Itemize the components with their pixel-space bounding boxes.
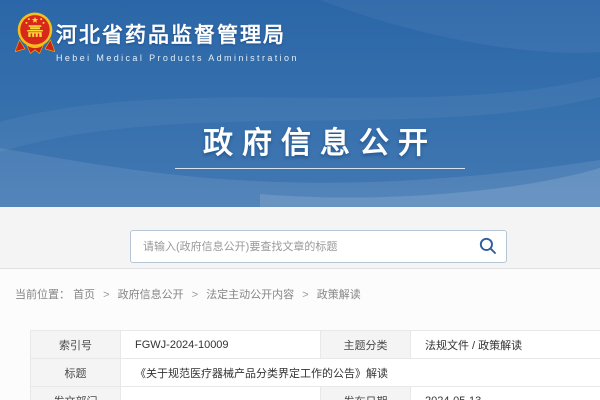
banner-title: 政府信息公开 [203,118,437,162]
document-info-table: 索引号 FGWJ-2024-10009 主题分类 法规文件 / 政策解读 标题 … [30,330,600,400]
breadcrumb-item-gov-info[interactable]: 政府信息公开 [118,289,184,301]
title-value: 《关于规范医疗器械产品分类界定工作的公告》解读 [121,359,600,387]
breadcrumb-separator: > [302,289,308,301]
issuing-department-label: 发文部门 [31,387,121,400]
page: 河北省药品监督管理局 Hebei Medical Products Admini… [0,0,600,400]
site-title-cn: 河北省药品监督管理局 [56,19,299,49]
breadcrumb-item-statutory-disclosure[interactable]: 法定主动公开内容 [206,289,294,301]
search-icon [479,237,497,255]
table-row: 标题 《关于规范医疗器械产品分类界定工作的公告》解读 [31,359,600,387]
index-number-value: FGWJ-2024-10009 [121,331,321,359]
topic-category-value: 法规文件 / 政策解读 [411,331,600,359]
breadcrumb-label: 当前位置： [15,289,70,301]
publish-date-value: 2024-05-13 [411,387,600,400]
breadcrumb-item-home[interactable]: 首页 [73,289,95,301]
index-number-label: 索引号 [31,331,121,359]
breadcrumb-separator: > [192,289,198,301]
search-button[interactable] [477,237,499,257]
search-section [0,207,600,269]
table-row: 索引号 FGWJ-2024-10009 主题分类 法规文件 / 政策解读 [31,331,600,359]
table-row: 发文部门 发布日期 2024-05-13 [31,387,600,400]
breadcrumb-separator: > [103,289,109,301]
breadcrumb-item-policy-interpretation[interactable]: 政策解读 [317,289,361,301]
banner-underline-divider [175,168,465,169]
topic-category-label: 主题分类 [321,331,411,359]
search-input[interactable] [130,230,507,263]
issuing-department-value [121,387,321,400]
site-title: 河北省药品监督管理局 Hebei Medical Products Admini… [56,19,299,63]
national-emblem-icon [15,11,55,55]
site-title-en: Hebei Medical Products Administration [56,53,299,63]
site-header: 河北省药品监督管理局 Hebei Medical Products Admini… [0,0,600,207]
publish-date-label: 发布日期 [321,387,411,400]
title-label: 标题 [31,359,121,387]
breadcrumb: 当前位置： 首页 > 政府信息公开 > 法定主动公开内容 > 政策解读 [15,286,361,302]
